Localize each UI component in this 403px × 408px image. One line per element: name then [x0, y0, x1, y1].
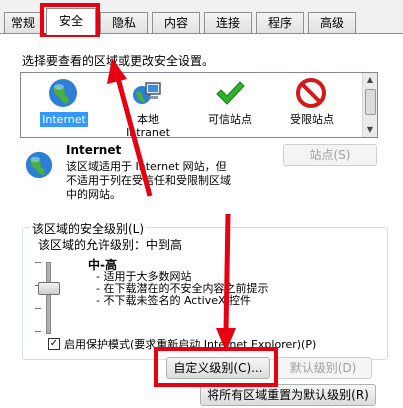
tab-connections[interactable]: 连接 [204, 12, 252, 33]
zone-internet[interactable]: Internet [29, 75, 99, 137]
sites-button[interactable]: 站点(S) [283, 144, 377, 166]
level-bullets: - 适用于大多数网站 - 在下载潜在的不安全内容之前提示 - 不下载未签名的 A… [96, 271, 268, 307]
annotation-box-custom-level [154, 347, 278, 387]
reset-all-zones-button[interactable]: 将所有区域重置为默认级别(R) [200, 384, 376, 406]
restricted-icon [296, 78, 326, 108]
zone-label: 可信站点 [208, 113, 252, 126]
allowed-levels-text: 该区域的允许级别：中到高 [38, 238, 183, 252]
zone-description-line: 该区域适用于 Internet 网站，但 [66, 160, 227, 173]
tab-programs[interactable]: 程序 [256, 12, 304, 33]
slider-tick [35, 308, 41, 309]
level-bullet: - 不下载未签名的 ActiveX 控件 [96, 294, 252, 307]
globe-icon [25, 151, 53, 179]
zone-label: 受限站点 [290, 113, 334, 126]
intranet-icon [133, 82, 161, 104]
zone-trusted-sites[interactable]: 可信站点 [195, 75, 265, 137]
zone-description-line: 不适用于列在受信任和受限制区域 [66, 174, 231, 187]
tab-strip: 常规 安全 隐私 内容 连接 程序 高级 [0, 8, 403, 35]
zone-description-line: 中的网站。 [66, 188, 121, 201]
zone-description: 该区域适用于 Internet 网站，但 不适用于列在受信任和受限制区域 中的网… [66, 160, 231, 202]
zone-restricted-sites[interactable]: 受限站点 [277, 75, 347, 137]
zone-list-scrollbar[interactable]: ▲ ▼ [362, 73, 377, 137]
zone-label: Internet [40, 112, 88, 127]
slider-tick [35, 262, 41, 263]
default-level-button[interactable]: 默认级别(D) [274, 357, 372, 379]
security-slider-thumb[interactable] [38, 282, 60, 295]
tab-general[interactable]: 常规 [4, 12, 42, 33]
tab-content[interactable]: 内容 [152, 12, 200, 33]
tab-advanced[interactable]: 高级 [308, 12, 356, 33]
tab-security[interactable]: 安全 [46, 8, 96, 35]
scroll-down-icon[interactable]: ▼ [363, 123, 377, 137]
security-slider-track[interactable] [46, 262, 51, 334]
security-level-title: 该区域的安全级别(L) [30, 220, 147, 237]
protected-mode-checkbox[interactable]: ✓ [48, 338, 60, 350]
zone-label: 本地 Intranet [126, 113, 170, 139]
tab-privacy[interactable]: 隐私 [100, 12, 148, 33]
zone-title: Internet [66, 143, 122, 157]
instruction-text: 选择要查看的区域或更改安全设置。 [22, 54, 215, 68]
zone-list[interactable]: Internet 本地 Intranet 可信站点 受限站点 ▲ ▼ [20, 72, 378, 139]
checkmark-icon [216, 81, 245, 105]
scroll-up-icon[interactable]: ▲ [363, 73, 377, 87]
slider-tick [35, 331, 41, 332]
scroll-thumb[interactable] [365, 89, 376, 115]
globe-icon [49, 79, 77, 107]
zone-local-intranet[interactable]: 本地 Intranet [113, 75, 183, 139]
